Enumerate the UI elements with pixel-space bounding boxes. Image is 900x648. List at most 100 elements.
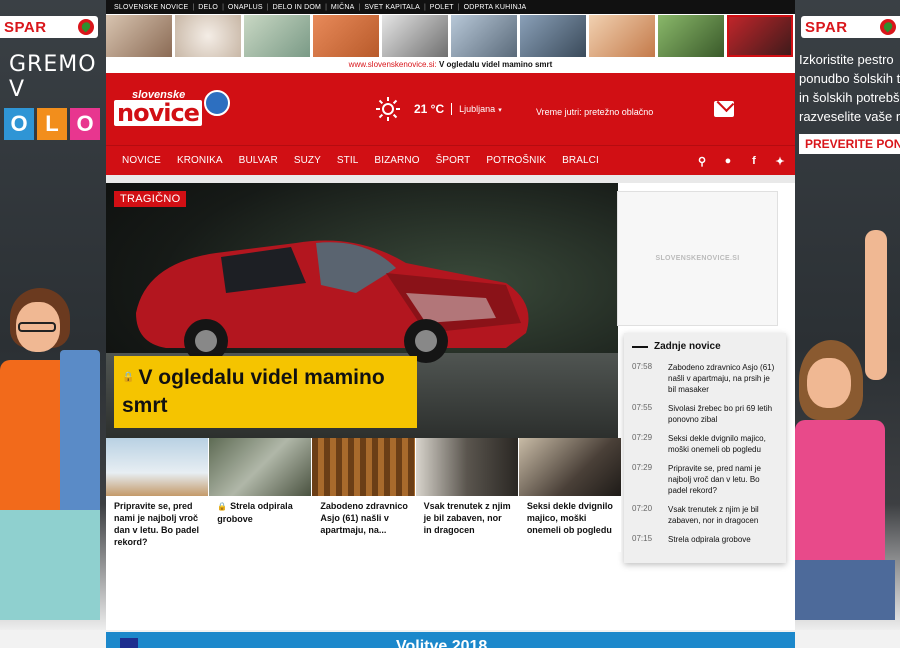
- article-card[interactable]: Vsak trenutek z njim je bil zabaven, nor…: [415, 438, 518, 552]
- separator: |: [192, 3, 195, 11]
- news-time: 07:15: [632, 534, 653, 543]
- network-link-slovenske-novice[interactable]: SLOVENSKE NOVICE: [114, 4, 188, 11]
- spar-logo: SPAR: [801, 16, 900, 38]
- article-title: Zabodeno zdravnico Asjo (61) našli v apa…: [312, 496, 415, 552]
- article-image: [518, 438, 622, 496]
- network-link-odprta-kuhinja[interactable]: ODPRTA KUHINJA: [464, 4, 527, 11]
- ad-child-image: [795, 230, 900, 620]
- latest-news-item[interactable]: 07:29 Pripravite se, pred nami je najbolj…: [632, 463, 780, 496]
- latest-news-item[interactable]: 07:15 Strela odpirala grobove: [632, 534, 780, 545]
- network-link-micna[interactable]: MIČNA: [331, 4, 355, 11]
- network-link-polet[interactable]: POLET: [430, 4, 454, 11]
- nav-item-sport[interactable]: ŠPORT: [436, 155, 471, 166]
- promo-thumbnail[interactable]: [658, 15, 724, 57]
- article-image: [312, 438, 415, 496]
- mail-icon[interactable]: [714, 101, 734, 117]
- promo-thumbnail[interactable]: [244, 15, 310, 57]
- latest-news-item[interactable]: 07:29 Seksi dekle dvignilo majico, moški …: [632, 433, 780, 455]
- spar-brand-text: SPAR: [805, 18, 848, 36]
- sun-icon: [376, 97, 400, 121]
- hero-category-tag[interactable]: TRAGIČNO: [114, 191, 187, 207]
- flag-icon: [120, 638, 138, 648]
- network-link-delo[interactable]: DELO: [198, 4, 218, 11]
- article-title-text: Pripravite se, pred nami je najbolj vroč…: [114, 501, 200, 547]
- promo-thumbnail-active[interactable]: [727, 15, 793, 57]
- nav-item-novice[interactable]: NOVICE: [122, 155, 161, 166]
- article-image: [415, 438, 518, 496]
- ad-copy-line: ponudbo šolskih t: [799, 71, 900, 86]
- advertisement-slot[interactable]: SLOVENSKENOVICE.SI: [617, 191, 778, 326]
- separator: |: [358, 3, 361, 11]
- nav-item-bizarno[interactable]: BIZARNO: [374, 155, 419, 166]
- hero-headline: V ogledalu videl mamino smrt: [122, 366, 385, 417]
- ad-letter: L: [37, 108, 67, 140]
- separator: |: [423, 3, 426, 11]
- ad-copy: Izkoristite pestro ponudbo šolskih t in …: [799, 50, 900, 126]
- promo-thumbnail[interactable]: [106, 15, 172, 57]
- article-card[interactable]: 🔒 Strela odpirala grobove: [209, 438, 312, 552]
- promo-thumbnail[interactable]: [382, 15, 448, 57]
- latest-news-item[interactable]: 07:58 Zabodeno zdravnico Asjo (61) našli …: [632, 362, 780, 395]
- facebook-icon[interactable]: f: [749, 155, 759, 167]
- hero-headline-box[interactable]: 🔒 V ogledalu videl mamino smrt: [114, 356, 417, 428]
- elections-banner[interactable]: Volitve 2018: [106, 632, 795, 648]
- nav-item-kronika[interactable]: KRONIKA: [177, 155, 223, 166]
- divider: [451, 103, 453, 115]
- article-image: [106, 438, 209, 496]
- article-card[interactable]: Zabodeno zdravnico Asjo (61) našli v apa…: [312, 438, 415, 552]
- article-title: Pripravite se, pred nami je najbolj vroč…: [106, 496, 209, 552]
- latest-news-heading: Zadnje novice: [632, 341, 780, 352]
- hero-article[interactable]: TRAGIČNO 🔒 V ogledalu videl mamino smrt: [106, 183, 618, 438]
- left-side-ad[interactable]: SPAR GREMO V O L O: [0, 0, 106, 630]
- article-title-text: Strela odpirala grobove: [217, 501, 293, 524]
- news-title: Pripravite se, pred nami je najbolj vroč…: [668, 464, 761, 495]
- weather-widget[interactable]: 21 °C Ljubljana ▾: [376, 97, 502, 121]
- twitter-icon[interactable]: ✦: [775, 155, 785, 168]
- promo-thumbnail[interactable]: [520, 15, 586, 57]
- crashed-car-image: [136, 240, 529, 363]
- promo-thumbnail[interactable]: [175, 15, 241, 57]
- network-link-svet-kapitala[interactable]: SVET KAPITALA: [364, 4, 420, 11]
- city-selector[interactable]: Ljubljana ▾: [459, 104, 502, 114]
- search-icon[interactable]: ⚲: [697, 155, 707, 168]
- network-link-delo-in-dom[interactable]: DELO IN DOM: [273, 4, 321, 11]
- nav-item-suzy[interactable]: SUZY: [294, 155, 321, 166]
- user-icon[interactable]: ●: [723, 155, 733, 167]
- ad-copy-line: Izkoristite pestro: [799, 52, 894, 67]
- news-title: Seksi dekle dvignilo majico, moški oneme…: [668, 434, 766, 454]
- article-card[interactable]: Seksi dekle dvignilo majico, moški oneme…: [518, 438, 622, 552]
- network-bar: SLOVENSKE NOVICE | DELO | ONAPLUS | DELO IN…: [106, 0, 795, 14]
- main-nav: NOVICE KRONIKA BULVAR SUZY STIL BIZARNO …: [106, 145, 795, 175]
- separator: |: [222, 3, 224, 11]
- article-title-text: Seksi dekle dvignilo majico, moški oneme…: [526, 501, 613, 535]
- nav-item-bulvar[interactable]: BULVAR: [239, 155, 278, 166]
- ad-slogan: GREMO V: [9, 52, 97, 102]
- right-side-ad[interactable]: SPAR Izkoristite pestro ponudbo šolskih …: [795, 0, 900, 630]
- nav-item-stil[interactable]: STIL: [337, 155, 359, 166]
- latest-news-item[interactable]: 07:55 Sivolasi žrebec bo pri 69 letih pon…: [632, 403, 780, 425]
- ad-letter: O: [4, 108, 34, 140]
- ad-cta-button[interactable]: PREVERITE PON: [799, 134, 900, 154]
- logo-badge-icon: [204, 90, 230, 116]
- separator: |: [325, 3, 327, 11]
- article-title-text: Vsak trenutek z njim je bil zabaven, nor…: [423, 501, 511, 535]
- nav-item-potrosnik[interactable]: POTROŠNIK: [486, 155, 546, 166]
- article-card[interactable]: Pripravite se, pred nami je najbolj vroč…: [106, 438, 209, 552]
- nav-shadow-strip: [106, 175, 795, 183]
- promo-url: www.slovenskenovice.si:: [348, 60, 437, 69]
- nav-item-bralci[interactable]: BRALCI: [562, 155, 599, 166]
- promo-thumbnail[interactable]: [589, 15, 655, 57]
- promo-caption[interactable]: www.slovenskenovice.si: V ogledalu videl…: [106, 57, 795, 73]
- network-link-onaplus[interactable]: ONAPLUS: [228, 4, 263, 11]
- site-logo[interactable]: slovenske novice: [114, 88, 232, 130]
- news-title: Sivolasi žrebec bo pri 69 letih ponovno …: [668, 404, 773, 424]
- news-time: 07:29: [632, 463, 653, 472]
- spar-tree-icon: [880, 19, 896, 35]
- promo-thumbnail[interactable]: [313, 15, 379, 57]
- lock-icon: 🔒: [122, 372, 135, 383]
- news-time: 07:58: [632, 362, 653, 371]
- separator: |: [266, 3, 269, 11]
- promo-thumbnail[interactable]: [451, 15, 517, 57]
- article-title: 🔒 Strela odpirala grobove: [209, 496, 312, 552]
- latest-news-item[interactable]: 07:20 Vsak trenutek z njim je bil zabaven…: [632, 504, 780, 526]
